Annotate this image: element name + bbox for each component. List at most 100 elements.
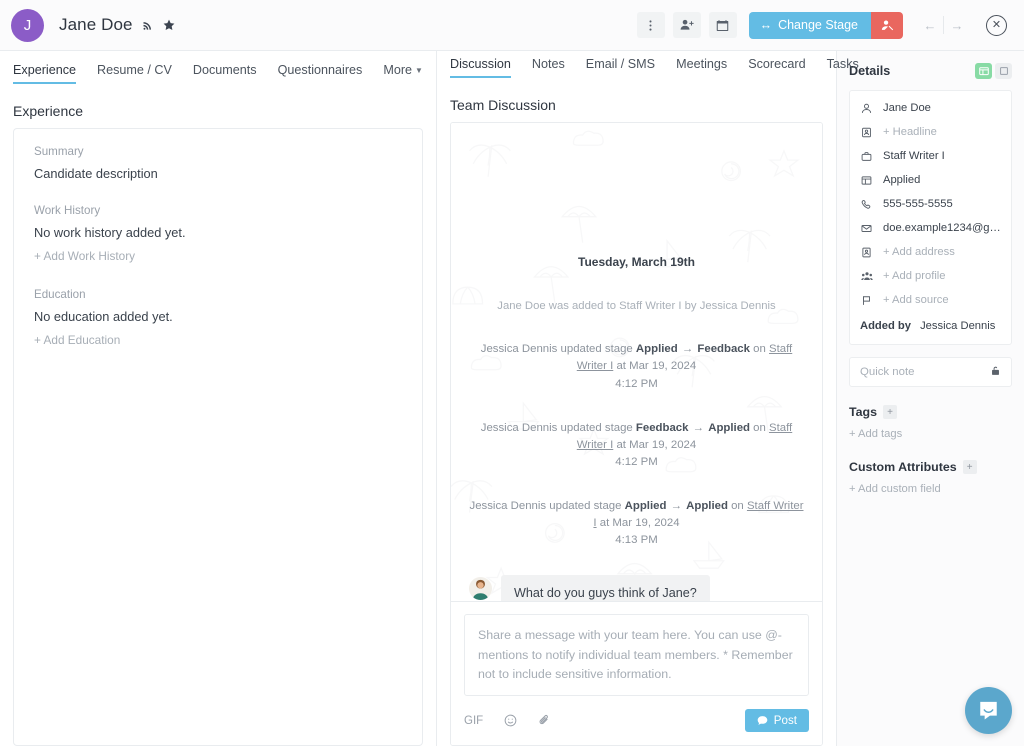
gif-button[interactable]: GIF — [464, 715, 483, 727]
tab-scorecard[interactable]: Scorecard — [748, 57, 805, 78]
briefcase-icon — [860, 151, 873, 162]
tab-discussion[interactable]: Discussion — [450, 57, 511, 78]
arrow-right-icon: → — [692, 421, 705, 434]
tab-more[interactable]: More ▼ — [383, 63, 423, 84]
discussion-feed[interactable]: Tuesday, March 19th Jane Doe was added t… — [451, 122, 822, 602]
event-to-stage: Applied — [708, 421, 750, 434]
detail-email-value: doe.example1234@gmail.com — [883, 222, 1001, 234]
person-icon — [860, 103, 873, 114]
rss-icon[interactable] — [142, 19, 154, 31]
tab-tasks[interactable]: Tasks — [827, 57, 859, 78]
stage-event-row: Jessica Dennis updated stage Applied → F… — [463, 341, 810, 392]
left-panel: Experience Resume / CV Documents Questio… — [0, 51, 437, 746]
lock-icon[interactable] — [990, 365, 1001, 379]
tab-meetings[interactable]: Meetings — [676, 57, 727, 78]
tab-email-sms[interactable]: Email / SMS — [586, 57, 655, 78]
post-button[interactable]: Post — [744, 709, 809, 732]
phone-icon — [860, 199, 873, 210]
detail-row-name[interactable]: Jane Doe — [860, 102, 1001, 114]
change-stage-button[interactable]: ↔ Change Stage — [748, 11, 871, 39]
message-input[interactable]: Share a message with your team here. You… — [464, 614, 809, 696]
add-work-history-link[interactable]: + Add Work History — [34, 249, 135, 263]
quick-note-placeholder: Quick note — [860, 366, 915, 378]
paperclip-icon[interactable] — [538, 714, 551, 727]
detail-row-job[interactable]: Staff Writer I — [860, 150, 1001, 162]
center-panel: Discussion Notes Email / SMS Meetings Sc… — [437, 51, 859, 746]
change-stage-arrows-icon: ↔ — [759, 18, 773, 32]
summary-value: Candidate description — [34, 166, 158, 181]
avatar — [469, 577, 492, 601]
event-actor: Jessica Dennis updated stage — [480, 421, 633, 434]
single-panel-icon[interactable] — [995, 63, 1012, 79]
post-label: Post — [773, 714, 797, 727]
more-options-button[interactable] — [636, 12, 665, 38]
detail-row-source[interactable]: + Add source — [860, 294, 1001, 306]
stage-event-row: Jessica Dennis updated stage Applied → A… — [463, 498, 810, 549]
experience-card: Summary Candidate description Work Histo… — [13, 128, 423, 746]
close-icon[interactable]: ✕ — [986, 14, 1007, 36]
event-from-stage: Applied — [624, 499, 667, 512]
change-stage-label: Change Stage — [778, 18, 858, 32]
add-custom-attribute-button[interactable]: + — [962, 460, 977, 474]
envelope-icon — [860, 223, 873, 234]
detail-row-address[interactable]: + Add address — [860, 246, 1001, 258]
message-bubble: What do you guys think of Jane? — [501, 575, 710, 602]
discussion-feed-wrapper: Tuesday, March 19th Jane Doe was added t… — [450, 121, 823, 746]
tab-experience[interactable]: Experience — [13, 63, 77, 84]
avatar: J — [11, 8, 44, 42]
detail-row-headline[interactable]: + Headline — [860, 126, 1001, 138]
add-source-link: + Add source — [883, 294, 949, 306]
tab-meetings-label: Meetings — [676, 56, 728, 71]
close-glyph: ✕ — [991, 18, 1002, 31]
details-header: Details — [849, 63, 1012, 79]
board-icon — [860, 175, 873, 186]
tab-more-label: More — [383, 63, 413, 77]
tab-notes[interactable]: Notes — [532, 57, 565, 78]
previous-record-button[interactable]: ← — [917, 13, 943, 37]
tab-discussion-label: Discussion — [450, 56, 511, 71]
calendar-icon[interactable] — [708, 12, 737, 38]
star-icon[interactable] — [163, 19, 175, 31]
detail-row-stage[interactable]: Applied — [860, 174, 1001, 186]
emoji-icon[interactable] — [504, 714, 517, 727]
event-on-word: on — [731, 499, 744, 512]
details-panel: Details Jane Doe + Headline Staff Writer… — [837, 51, 1024, 746]
detail-row-email[interactable]: doe.example1234@gmail.com — [860, 222, 1001, 234]
detail-name-value: Jane Doe — [883, 102, 931, 114]
add-person-icon[interactable] — [672, 12, 701, 38]
composer-toolbar: GIF Post — [464, 709, 809, 732]
add-address-link: + Add address — [883, 246, 955, 258]
event-on-word: on — [753, 421, 766, 434]
event-to-stage: Feedback — [697, 343, 750, 356]
system-line: Jane Doe was added to Staff Writer I by … — [497, 299, 776, 312]
add-custom-field-link[interactable]: + Add custom field — [849, 483, 941, 495]
day-separator: Tuesday, March 19th — [578, 254, 695, 269]
add-tag-button[interactable]: + — [883, 405, 897, 419]
tab-experience-label: Experience — [13, 63, 77, 77]
arrow-right-icon: → — [681, 343, 694, 356]
custom-attributes-header: Custom Attributes + — [849, 460, 1012, 474]
tab-questionnaires[interactable]: Questionnaires — [278, 63, 363, 84]
event-date: at Mar 19, 2024 — [599, 517, 680, 530]
detail-row-profile[interactable]: + Add profile — [860, 270, 1001, 282]
flag-icon — [860, 295, 873, 306]
add-tags-link[interactable]: + Add tags — [849, 428, 902, 440]
detail-row-phone[interactable]: 555-555-5555 — [860, 198, 1001, 210]
stage-event-row: Jessica Dennis updated stage Feedback → … — [463, 420, 810, 471]
education-label: Education — [34, 288, 86, 301]
work-history-value: No work history added yet. — [34, 225, 186, 240]
quick-note-input[interactable]: Quick note — [849, 357, 1012, 387]
add-headline-link: + Headline — [883, 126, 937, 138]
next-record-button[interactable]: → — [944, 13, 970, 37]
tab-resume-cv[interactable]: Resume / CV — [97, 63, 172, 84]
chat-bubble-icon[interactable] — [965, 687, 1012, 734]
added-by-label: Added by — [860, 320, 911, 332]
top-bar: J Jane Doe ↔ Change Stage ← → ✕ — [0, 0, 1024, 51]
reject-candidate-icon[interactable] — [871, 11, 903, 39]
add-education-link[interactable]: + Add Education — [34, 333, 120, 347]
tab-documents[interactable]: Documents — [193, 63, 257, 84]
prev-arrow-icon: ← — [923, 17, 937, 33]
group-icon — [860, 271, 873, 282]
event-on-word: on — [753, 343, 766, 356]
panel-layout-icon[interactable] — [975, 63, 992, 79]
